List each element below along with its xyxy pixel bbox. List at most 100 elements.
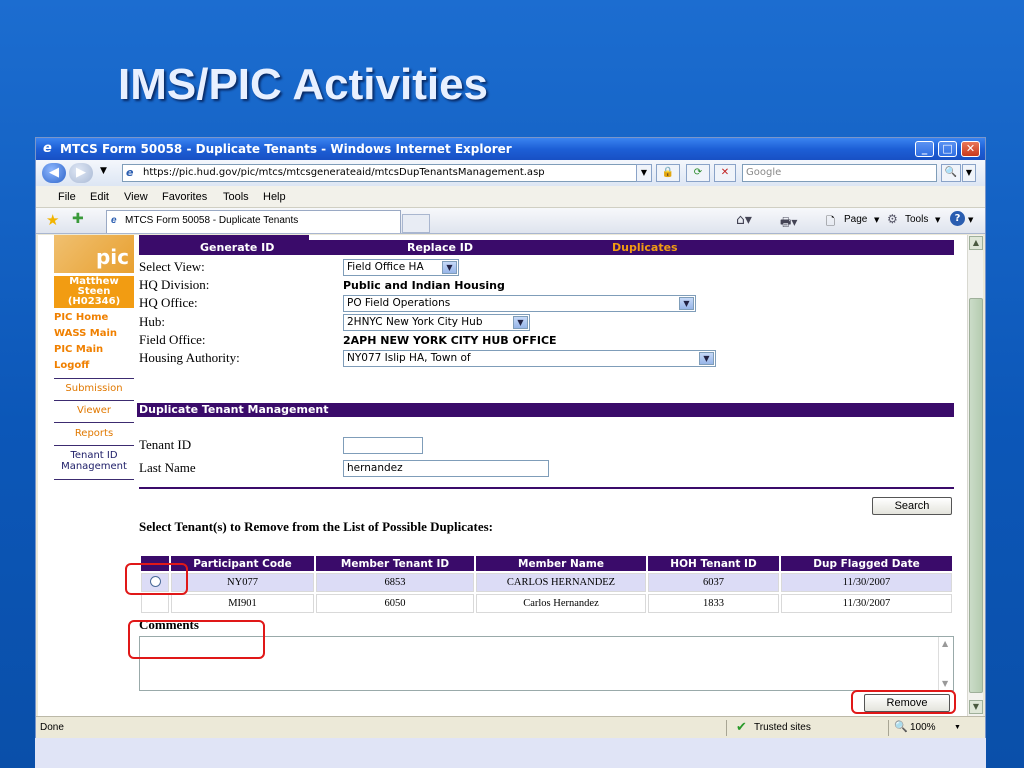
print-icon[interactable]: 🖶▾ xyxy=(780,213,797,234)
member-name-cell: CARLOS HERNANDEZ xyxy=(476,573,646,592)
recent-pages-chevron-icon[interactable]: ▼ xyxy=(100,166,107,176)
logoff-link[interactable]: Logoff xyxy=(54,360,89,371)
select-tenants-heading: Select Tenant(s) to Remove from the List… xyxy=(139,519,493,534)
select-view-select[interactable]: Field Office HA ▼ xyxy=(343,259,459,276)
browser-tab[interactable]: e MTCS Form 50058 - Duplicate Tenants xyxy=(106,210,401,233)
member-tenant-id-cell: 6050 xyxy=(316,594,474,613)
tab-duplicates[interactable]: Duplicates xyxy=(612,241,678,254)
comments-scrollbar[interactable]: ▲ ▼ xyxy=(938,637,953,690)
page-scrollbar[interactable]: ▲ ▼ xyxy=(967,235,983,716)
highlight-comments xyxy=(128,620,265,659)
hq-office-select[interactable]: PO Field Operations ▼ xyxy=(343,295,696,312)
tab-generate-id[interactable]: Generate ID xyxy=(200,241,274,254)
hq-division-value: Public and Indian Housing xyxy=(343,279,505,292)
duplicates-table: Participant Code Member Tenant ID Member… xyxy=(139,554,954,615)
housing-authority-label: Housing Authority: xyxy=(139,350,240,365)
pic-logo: pic xyxy=(54,235,134,273)
search-icon[interactable]: 🔍 xyxy=(941,164,961,182)
window-title: MTCS Form 50058 - Duplicate Tenants - Wi… xyxy=(60,142,512,156)
home-icon[interactable]: ⌂▾ xyxy=(736,212,752,228)
user-badge: Matthew Steen (H02346) xyxy=(54,276,134,308)
last-name-input[interactable]: hernandez xyxy=(343,460,549,477)
maximize-button[interactable]: □ xyxy=(938,141,957,157)
field-office-label: Field Office: xyxy=(139,332,206,347)
select-view-label: Select View: xyxy=(139,259,205,274)
scroll-down-icon: ▼ xyxy=(942,679,949,688)
hub-label: Hub: xyxy=(139,314,165,329)
zoom-chevron-icon[interactable]: ▼ xyxy=(954,724,961,731)
participant-code-cell: NY077 xyxy=(171,573,314,592)
function-tabs: Generate ID Replace ID Duplicates xyxy=(139,240,954,255)
last-name-label: Last Name xyxy=(139,460,196,475)
refresh-icon[interactable]: ⟳ xyxy=(686,164,710,182)
tab-replace-id[interactable]: Replace ID xyxy=(407,241,473,254)
minimize-button[interactable]: _ xyxy=(915,141,934,157)
pic-main-link[interactable]: PIC Main xyxy=(54,344,103,355)
window-titlebar: e MTCS Form 50058 - Duplicate Tenants - … xyxy=(36,138,985,160)
submission-link[interactable]: Submission xyxy=(54,383,134,401)
section-title: Duplicate Tenant Management xyxy=(137,403,954,417)
scroll-thumb[interactable] xyxy=(969,298,983,693)
member-tenant-id-cell: 6853 xyxy=(316,573,474,592)
menu-edit[interactable]: Edit xyxy=(90,191,109,203)
lock-icon[interactable]: 🔒 xyxy=(656,164,680,182)
highlight-radio xyxy=(125,563,188,595)
dup-flagged-date-cell: 11/30/2007 xyxy=(781,594,952,613)
tab-bar: ★ ✚ e MTCS Form 50058 - Duplicate Tenant… xyxy=(36,208,985,234)
menu-bar: File Edit View Favorites Tools Help xyxy=(36,186,985,208)
chevron-down-icon: ▼ xyxy=(679,297,694,310)
chevron-down-icon: ▼ xyxy=(513,316,528,329)
status-bar: Done ✔ Trusted sites 🔍 100% ▼ xyxy=(36,716,985,738)
close-button[interactable]: ✕ xyxy=(961,141,980,157)
page-icon: e xyxy=(126,166,134,179)
housing-authority-select[interactable]: NY077 Islip HA, Town of ▼ xyxy=(343,350,716,367)
url-input[interactable]: e https://pic.hud.gov/pic/mtcs/mtcsgener… xyxy=(122,164,652,182)
tenant-id-input[interactable] xyxy=(343,437,423,454)
slide-title: IMS/PIC Activities xyxy=(118,60,489,109)
stop-icon[interactable]: ✕ xyxy=(714,164,736,182)
viewer-link[interactable]: Viewer xyxy=(54,405,134,423)
search-button[interactable]: Search xyxy=(872,497,952,515)
menu-view[interactable]: View xyxy=(124,191,148,203)
tenant-id-management-link[interactable]: Tenant ID Management xyxy=(54,450,134,480)
hub-select[interactable]: 2HNYC New York City Hub ▼ xyxy=(343,314,530,331)
scroll-up-icon[interactable]: ▲ xyxy=(969,236,983,250)
new-tab-button[interactable] xyxy=(402,214,430,233)
scroll-up-icon: ▲ xyxy=(942,639,949,648)
chevron-down-icon: ▼ xyxy=(442,261,457,274)
scroll-down-icon[interactable]: ▼ xyxy=(969,700,983,714)
security-zone: Trusted sites xyxy=(754,722,811,733)
hq-office-label: HQ Office: xyxy=(139,295,198,310)
url-dropdown-button[interactable]: ▼ xyxy=(636,164,652,182)
menu-favorites[interactable]: Favorites xyxy=(162,191,207,203)
help-icon[interactable]: ? xyxy=(950,211,965,226)
tools-menu[interactable]: Tools xyxy=(905,214,928,225)
zoom-level[interactable]: 100% xyxy=(910,722,936,733)
add-favorite-icon[interactable]: ✚ xyxy=(72,211,84,227)
search-options-chevron-icon[interactable]: ▼ xyxy=(962,164,976,182)
menu-file[interactable]: File xyxy=(58,191,76,203)
col-dup-flagged-date: Dup Flagged Date xyxy=(781,556,952,571)
form-divider xyxy=(139,487,954,489)
table-header-row: Participant Code Member Tenant ID Member… xyxy=(141,556,952,571)
favorites-star-icon[interactable]: ★ xyxy=(46,211,59,229)
hoh-tenant-id-cell: 6037 xyxy=(648,573,779,592)
wass-main-link[interactable]: WASS Main xyxy=(54,328,117,339)
search-input[interactable]: Google xyxy=(742,164,937,182)
page-menu[interactable]: Page xyxy=(844,214,867,225)
tab-ie-icon: e xyxy=(111,215,117,226)
status-text: Done xyxy=(40,722,64,733)
reports-link[interactable]: Reports xyxy=(54,428,134,446)
col-participant-code: Participant Code xyxy=(171,556,314,571)
menu-tools[interactable]: Tools xyxy=(223,191,249,203)
nav-divider xyxy=(54,378,134,379)
hoh-tenant-id-cell: 1833 xyxy=(648,594,779,613)
back-button[interactable]: ◀ xyxy=(42,163,66,183)
tenant-id-label: Tenant ID xyxy=(139,437,192,452)
col-member-tenant-id: Member Tenant ID xyxy=(316,556,474,571)
col-hoh-tenant-id: HOH Tenant ID xyxy=(648,556,779,571)
page-chevron-icon: ▼ xyxy=(874,216,880,224)
pic-home-link[interactable]: PIC Home xyxy=(54,312,108,323)
forward-button[interactable]: ▶ xyxy=(69,163,93,183)
menu-help[interactable]: Help xyxy=(263,191,286,203)
